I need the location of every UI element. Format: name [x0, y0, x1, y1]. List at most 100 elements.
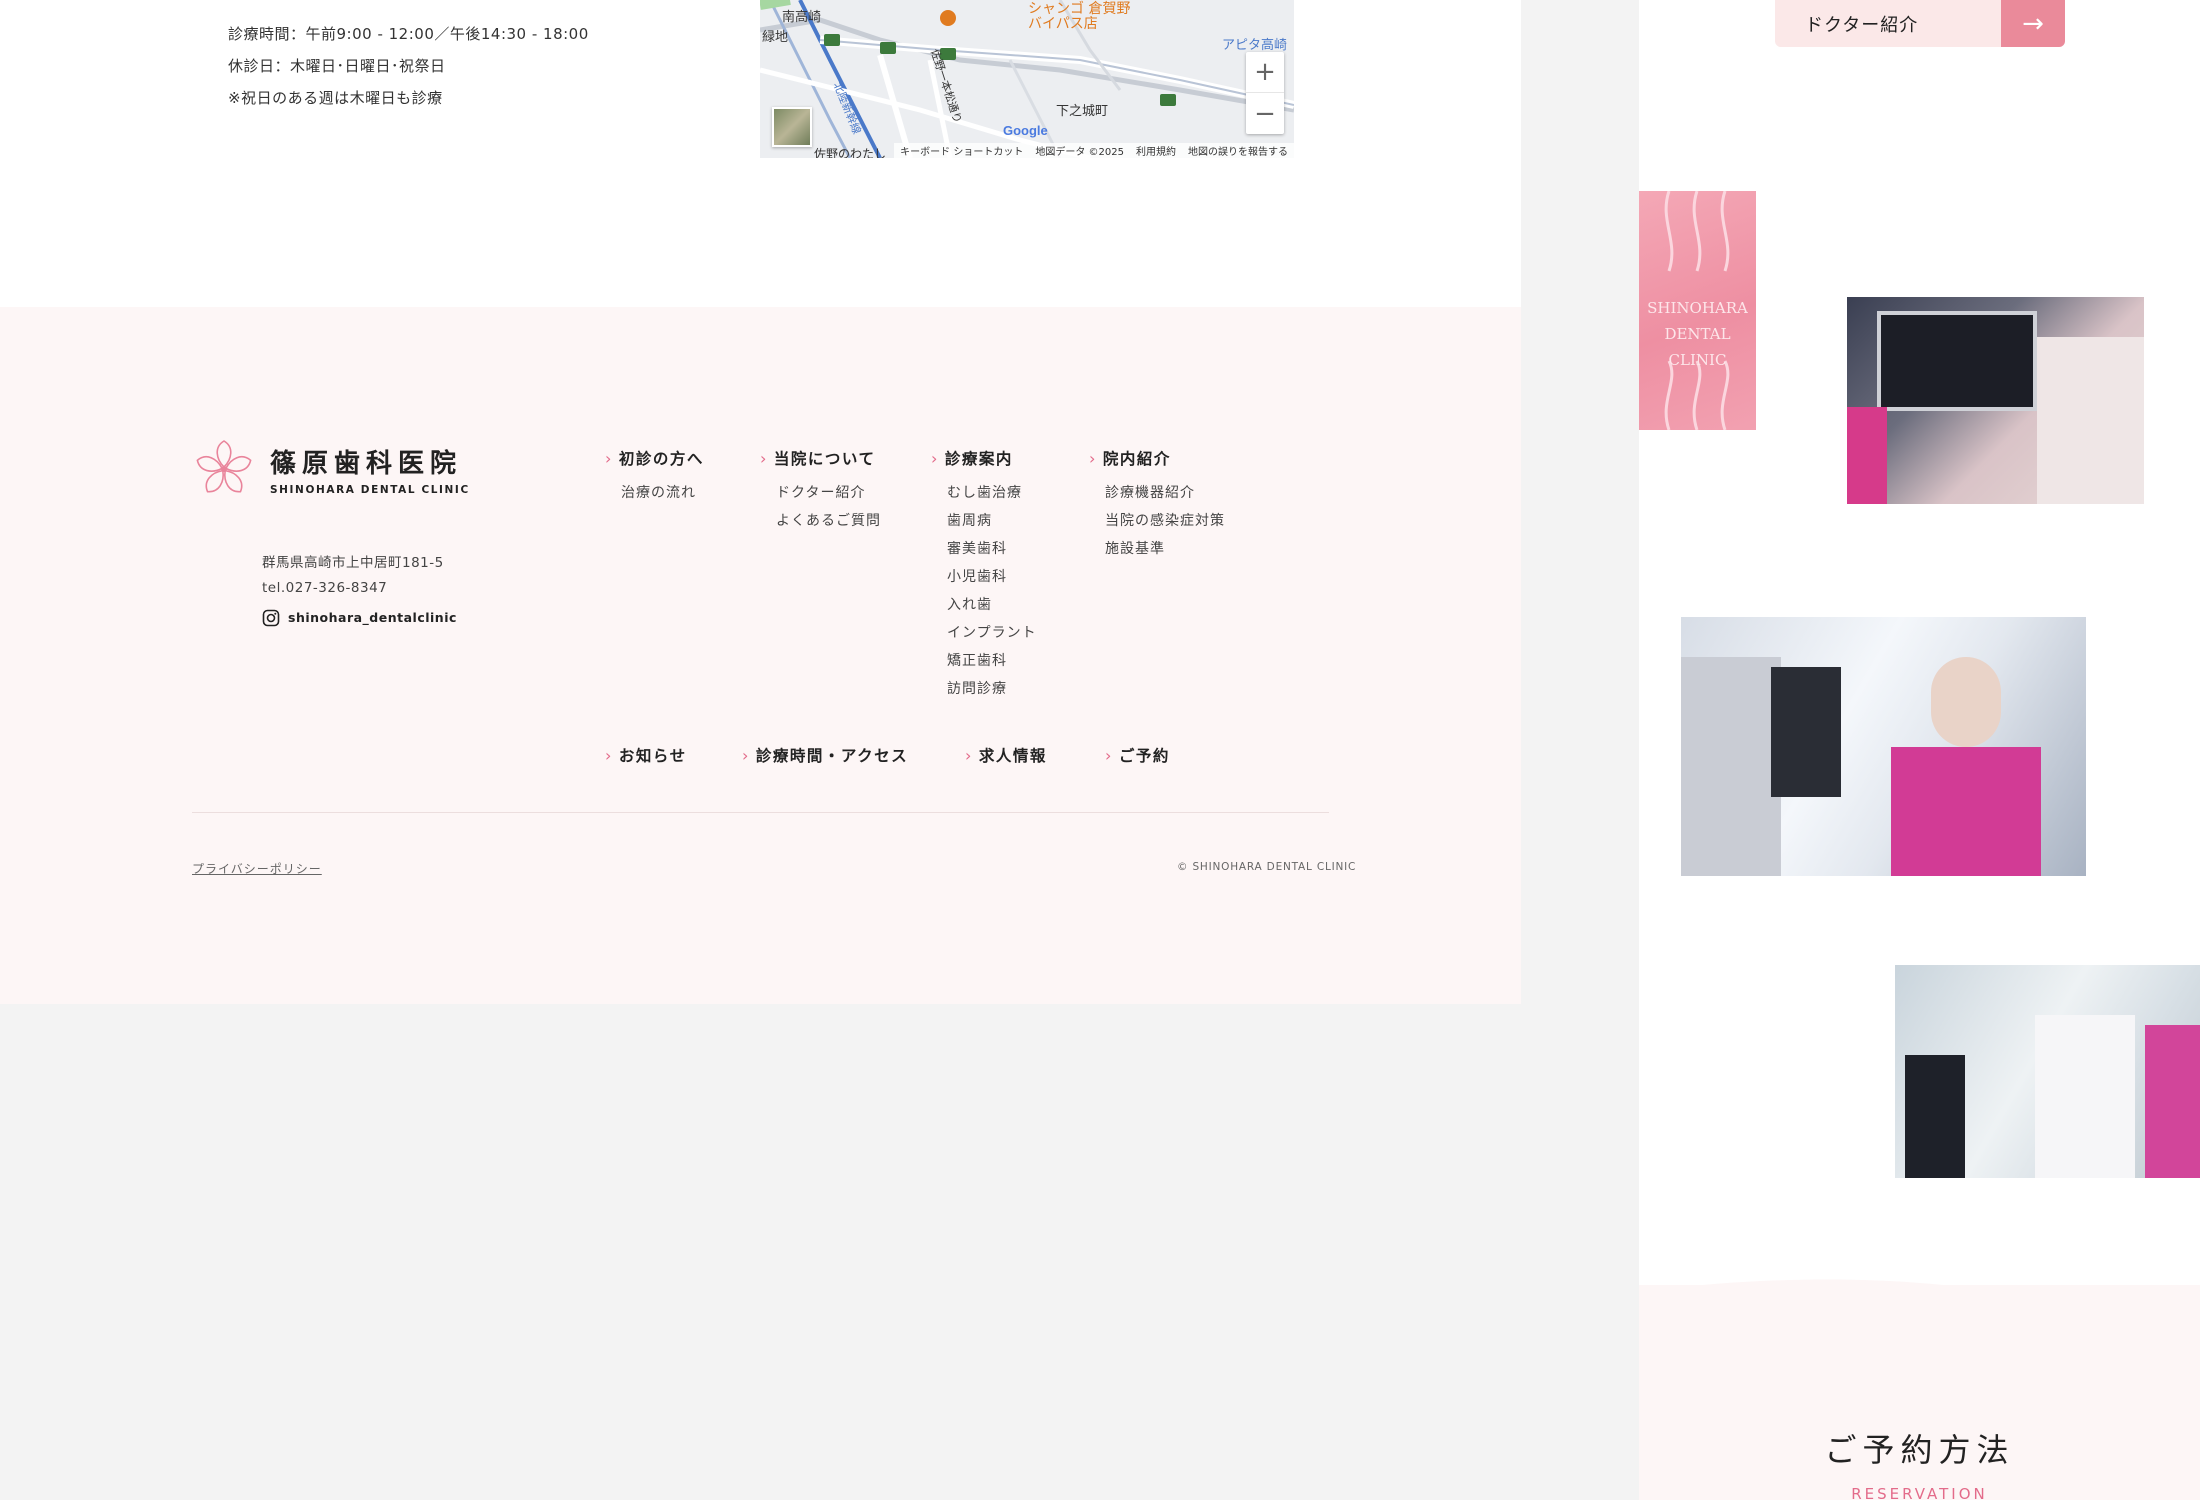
reservation-title: ご予約方法: [1824, 1431, 2015, 1469]
nav-sub-item[interactable]: 矯正歯科: [947, 647, 1037, 675]
dental-hygienist-photo: [1681, 617, 2086, 876]
logo-name-jp: 篠原歯科医院: [270, 448, 463, 479]
map-poi-name: シャンゴ 倉賀野: [1028, 1, 1131, 17]
hygienist-face: [1931, 657, 2001, 747]
instagram-icon: [262, 609, 280, 626]
nav-sub-item[interactable]: 施設基準: [1105, 535, 1225, 563]
side-column: ドクター紹介 → SHINOHARA DENTAL CLINIC ご予約方法 R…: [1639, 0, 2200, 1500]
footer-nav-treatments: › 診療案内 むし歯治療 歯周病 審美歯科 小児歯科 入れ歯 インプラント 矯正歯…: [931, 447, 1037, 703]
map-label-store: アピタ高崎: [1222, 38, 1288, 53]
sakura-logo-icon: [196, 440, 252, 493]
map-label-area: 緑地: [762, 30, 789, 45]
clinic-sign-line: DENTAL CLINIC: [1664, 325, 1731, 369]
nav-recruit[interactable]: › 求人情報: [965, 744, 1047, 766]
nav-sub-list: 治療の流れ: [621, 479, 704, 507]
main-column: 診療時間：午前9:00 - 12:00／午後14:30 - 18:00 休診日：…: [0, 0, 1521, 1004]
nav-hours-access[interactable]: › 診療時間・アクセス: [742, 744, 908, 766]
google-map[interactable]: 南高崎 緑地 シャンゴ 倉賀野 バイパス店 アピタ高崎 下之城町 佐野一本松通り…: [760, 0, 1294, 158]
map-data-credit: 地図データ ©2025: [1035, 147, 1124, 158]
xray-monitor: [1877, 311, 2037, 411]
nav-sub-item[interactable]: 歯周病: [947, 507, 1037, 535]
nav-label: お知らせ: [618, 747, 687, 765]
footer-divider: [192, 812, 1329, 813]
chevron-right-icon: ›: [605, 448, 613, 468]
map-report-link[interactable]: 地図の誤りを報告する: [1188, 143, 1288, 158]
nav-label: 求人情報: [978, 747, 1047, 765]
chevron-right-icon: ›: [965, 745, 973, 765]
nav-sub-item[interactable]: 診療機器紹介: [1105, 479, 1225, 507]
map-poi[interactable]: シャンゴ 倉賀野 バイパス店: [1028, 2, 1130, 32]
nav-news[interactable]: › お知らせ: [605, 744, 687, 766]
nav-sub-item[interactable]: 訪問診療: [947, 675, 1037, 703]
dentist-scanner-photo: [1895, 965, 2200, 1178]
map-keyboard-shortcuts[interactable]: キーボード ショートカット: [900, 143, 1023, 158]
nav-sub-item[interactable]: 審美歯科: [947, 535, 1037, 563]
map-label-bottom: 佐野のわたし: [814, 147, 887, 158]
nav-label: ご予約: [1118, 747, 1170, 765]
dentist-figure: [2037, 337, 2144, 504]
nav-sub-item[interactable]: 当院の感染症対策: [1105, 507, 1225, 535]
staff-uniform: [1847, 407, 1887, 504]
nav-sub-item[interactable]: むし歯治療: [947, 479, 1037, 507]
nav-sub-list: ドクター紹介 よくあるご質問: [776, 479, 881, 535]
nav-sub-item[interactable]: インプラント: [947, 619, 1037, 647]
map-zoom-control: + −: [1246, 52, 1284, 134]
zoom-in-button[interactable]: +: [1246, 52, 1284, 93]
nav-treatments[interactable]: › 診療案内: [931, 447, 1037, 469]
chevron-right-icon: ›: [742, 745, 750, 765]
footer-nav-about: › 当院について ドクター紹介 よくあるご質問: [760, 447, 881, 535]
clinic-sign-line: SHINOHARA: [1647, 299, 1748, 317]
nav-label: 院内紹介: [1102, 450, 1171, 468]
site-footer: 篠原歯科医院 SHINOHARA DENTAL CLINIC 群馬県高崎市上中居…: [0, 307, 1521, 1004]
map-satellite-toggle[interactable]: [772, 107, 812, 147]
privacy-policy-link[interactable]: プライバシーポリシー: [192, 860, 322, 877]
nav-sub-item[interactable]: 入れ歯: [947, 591, 1037, 619]
instagram-handle: shinohara_dentalclinic: [288, 610, 457, 625]
arrow-right-icon: →: [2001, 0, 2065, 47]
closed-days-line: 休診日：木曜日･日曜日･祝祭日: [228, 57, 446, 75]
chevron-right-icon: ›: [1089, 448, 1097, 468]
nav-facility[interactable]: › 院内紹介: [1089, 447, 1225, 469]
logo-name-en: SHINOHARA DENTAL CLINIC: [270, 483, 470, 496]
nav-about[interactable]: › 当院について: [760, 447, 881, 469]
reservation-subtitle: RESERVATION: [1851, 1485, 1988, 1500]
map-label-station: 南高崎: [782, 10, 822, 25]
nav-sub-list: 診療機器紹介 当院の感染症対策 施設基準: [1105, 479, 1225, 563]
nav-sub-item[interactable]: 治療の流れ: [621, 479, 704, 507]
chevron-right-icon: ›: [1105, 745, 1113, 765]
map-label-town: 下之城町: [1056, 104, 1109, 119]
dentist-coat: [2035, 1015, 2135, 1178]
nav-sub-item[interactable]: 小児歯科: [947, 563, 1037, 591]
contact-info: 群馬県高崎市上中居町181-5 tel.027-326-8347 shinoha…: [262, 551, 457, 630]
doctor-intro-button[interactable]: ドクター紹介 →: [1775, 0, 2065, 47]
clinic-logo[interactable]: 篠原歯科医院 SHINOHARA DENTAL CLINIC: [192, 437, 470, 501]
nav-sub-list: むし歯治療 歯周病 審美歯科 小児歯科 入れ歯 インプラント 矯正歯科 訪問診療: [947, 479, 1037, 703]
nav-sub-item[interactable]: ドクター紹介: [776, 479, 881, 507]
nav-sub-item[interactable]: よくあるご質問: [776, 507, 881, 535]
doctor-intro-label: ドクター紹介: [1805, 14, 1919, 36]
holiday-note: ※祝日のある週は木曜日も診療: [228, 89, 443, 107]
telephone[interactable]: tel.027-326-8347: [262, 576, 457, 601]
chevron-right-icon: ›: [605, 745, 613, 765]
instagram-link[interactable]: shinohara_dentalclinic: [262, 605, 457, 630]
map-attribution: キーボード ショートカット 地図データ ©2025 利用規約 地図の誤りを報告す…: [894, 143, 1294, 158]
map-terms-link[interactable]: 利用規約: [1136, 143, 1176, 158]
nav-label: 当院について: [773, 450, 876, 468]
clinic-sign-photo: SHINOHARA DENTAL CLINIC: [1639, 191, 1756, 430]
nav-first-visit[interactable]: › 初診の方へ: [605, 447, 704, 469]
nav-label: 初診の方へ: [618, 450, 704, 468]
map-poi-branch: バイパス店: [1028, 16, 1098, 32]
monitor-arm: [1771, 667, 1841, 797]
zoom-out-button[interactable]: −: [1246, 93, 1284, 134]
clinic-hours: 診療時間：午前9:00 - 12:00／午後14:30 - 18:00 休診日：…: [228, 18, 589, 114]
footer-nav-first-visit: › 初診の方へ 治療の流れ: [605, 447, 704, 507]
clinic-sign-text: SHINOHARA DENTAL CLINIC: [1639, 295, 1756, 373]
nav-reservation[interactable]: › ご予約: [1105, 744, 1170, 766]
hours-line: 診療時間：午前9:00 - 12:00／午後14:30 - 18:00: [228, 25, 589, 43]
chevron-right-icon: ›: [760, 448, 768, 468]
assistant-uniform: [2145, 1025, 2200, 1178]
foreground-figure: [1681, 657, 1781, 876]
xray-treatment-photo: [1847, 297, 2144, 504]
scanner-monitor: [1905, 1055, 1965, 1178]
footer-nav-facility: › 院内紹介 診療機器紹介 当院の感染症対策 施設基準: [1089, 447, 1225, 563]
